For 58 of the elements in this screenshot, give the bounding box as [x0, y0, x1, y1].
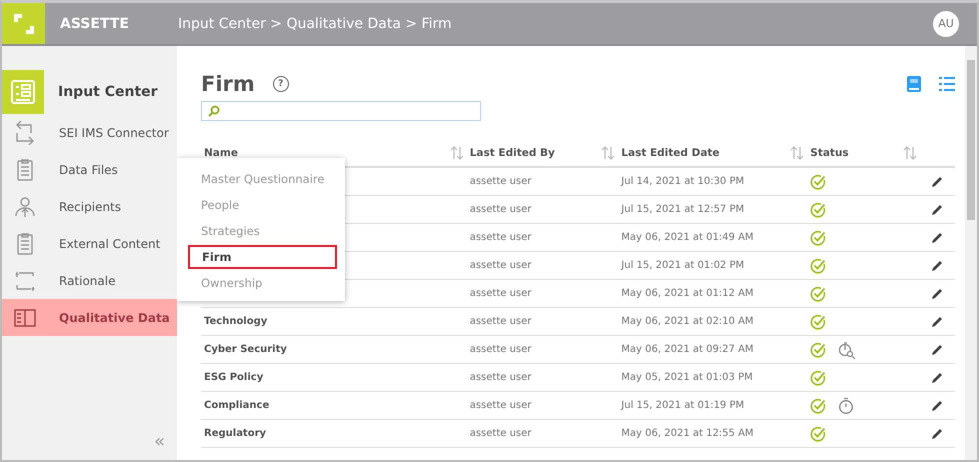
pencil-icon[interactable]: [930, 258, 944, 272]
search-icon: [208, 105, 220, 117]
table-cell: Jul 15, 2021 at 12:57 PM: [621, 204, 744, 215]
menu-item[interactable]: Firm: [188, 245, 337, 269]
column-header[interactable]: Name: [204, 146, 238, 158]
pencil-icon[interactable]: [930, 286, 944, 300]
table-cell: May 06, 2021 at 02:10 AM: [621, 316, 754, 327]
column-header[interactable]: Last Edited By: [470, 146, 555, 158]
table-cell: assette user: [470, 260, 532, 271]
pencil-icon[interactable]: [930, 174, 944, 188]
page-title: Firm: [201, 72, 255, 96]
sidebar-item[interactable]: Data Files: [2, 151, 177, 188]
table-cell: ESG Policy: [204, 372, 264, 383]
person-icon: [13, 194, 37, 218]
search-field[interactable]: [201, 101, 481, 121]
table-cell: assette user: [470, 372, 532, 383]
sidebar-item[interactable]: Qualitative Data: [2, 299, 177, 336]
table-cell: assette user: [470, 232, 532, 243]
column-header[interactable]: Last Edited Date: [621, 146, 720, 158]
table-cell: assette user: [470, 176, 532, 187]
table-cell: assette user: [470, 344, 532, 355]
sidebar-item[interactable]: Recipients: [2, 188, 177, 225]
sidebar-item[interactable]: External Content: [2, 225, 177, 262]
table-cell: May 05, 2021 at 01:03 PM: [621, 372, 753, 383]
table-cell: assette user: [470, 428, 532, 439]
user-avatar[interactable]: AU: [933, 10, 959, 36]
app-name: ASSETTE: [60, 16, 130, 32]
table-cell: Regulatory: [204, 428, 266, 439]
pencil-icon[interactable]: [930, 426, 944, 440]
pencil-icon[interactable]: [930, 370, 944, 384]
breadcrumb: Input Center > Qualitative Data > Firm: [178, 16, 452, 32]
pencil-icon[interactable]: [930, 202, 944, 216]
sidebar-item[interactable]: Rationale: [2, 262, 177, 299]
table-cell: Jul 15, 2021 at 01:02 PM: [621, 260, 744, 271]
list-icon[interactable]: [939, 77, 955, 91]
sidebar-item[interactable]: SEI IMS Connector: [2, 114, 177, 151]
pencil-icon[interactable]: [930, 398, 944, 412]
table-cell: May 06, 2021 at 09:27 AM: [621, 344, 754, 355]
table-cell: Jul 14, 2021 at 10:30 PM: [621, 176, 744, 187]
table-cell: Compliance: [204, 400, 270, 411]
column-header[interactable]: Status: [810, 146, 849, 158]
book-icon[interactable]: [907, 76, 921, 92]
table-cell: Jul 15, 2021 at 01:19 PM: [621, 400, 744, 411]
scrollbar[interactable]: [965, 46, 977, 460]
table-cell: Technology: [204, 316, 268, 327]
help-button[interactable]: ?: [272, 76, 289, 92]
table-cell: assette user: [470, 400, 532, 411]
table-cell: assette user: [470, 316, 532, 327]
table-cell: Cyber Security: [204, 344, 287, 355]
table-cell: May 06, 2021 at 01:49 AM: [621, 232, 754, 243]
pencil-icon[interactable]: [930, 342, 944, 356]
table-cell: May 06, 2021 at 12:55 AM: [621, 428, 754, 439]
table-cell: assette user: [470, 204, 532, 215]
sidebar-title: Input Center: [58, 84, 158, 100]
table-cell: May 06, 2021 at 01:12 AM: [621, 288, 754, 299]
pencil-icon[interactable]: [930, 230, 944, 244]
pencil-icon[interactable]: [930, 314, 944, 328]
table-cell: assette user: [470, 288, 532, 299]
